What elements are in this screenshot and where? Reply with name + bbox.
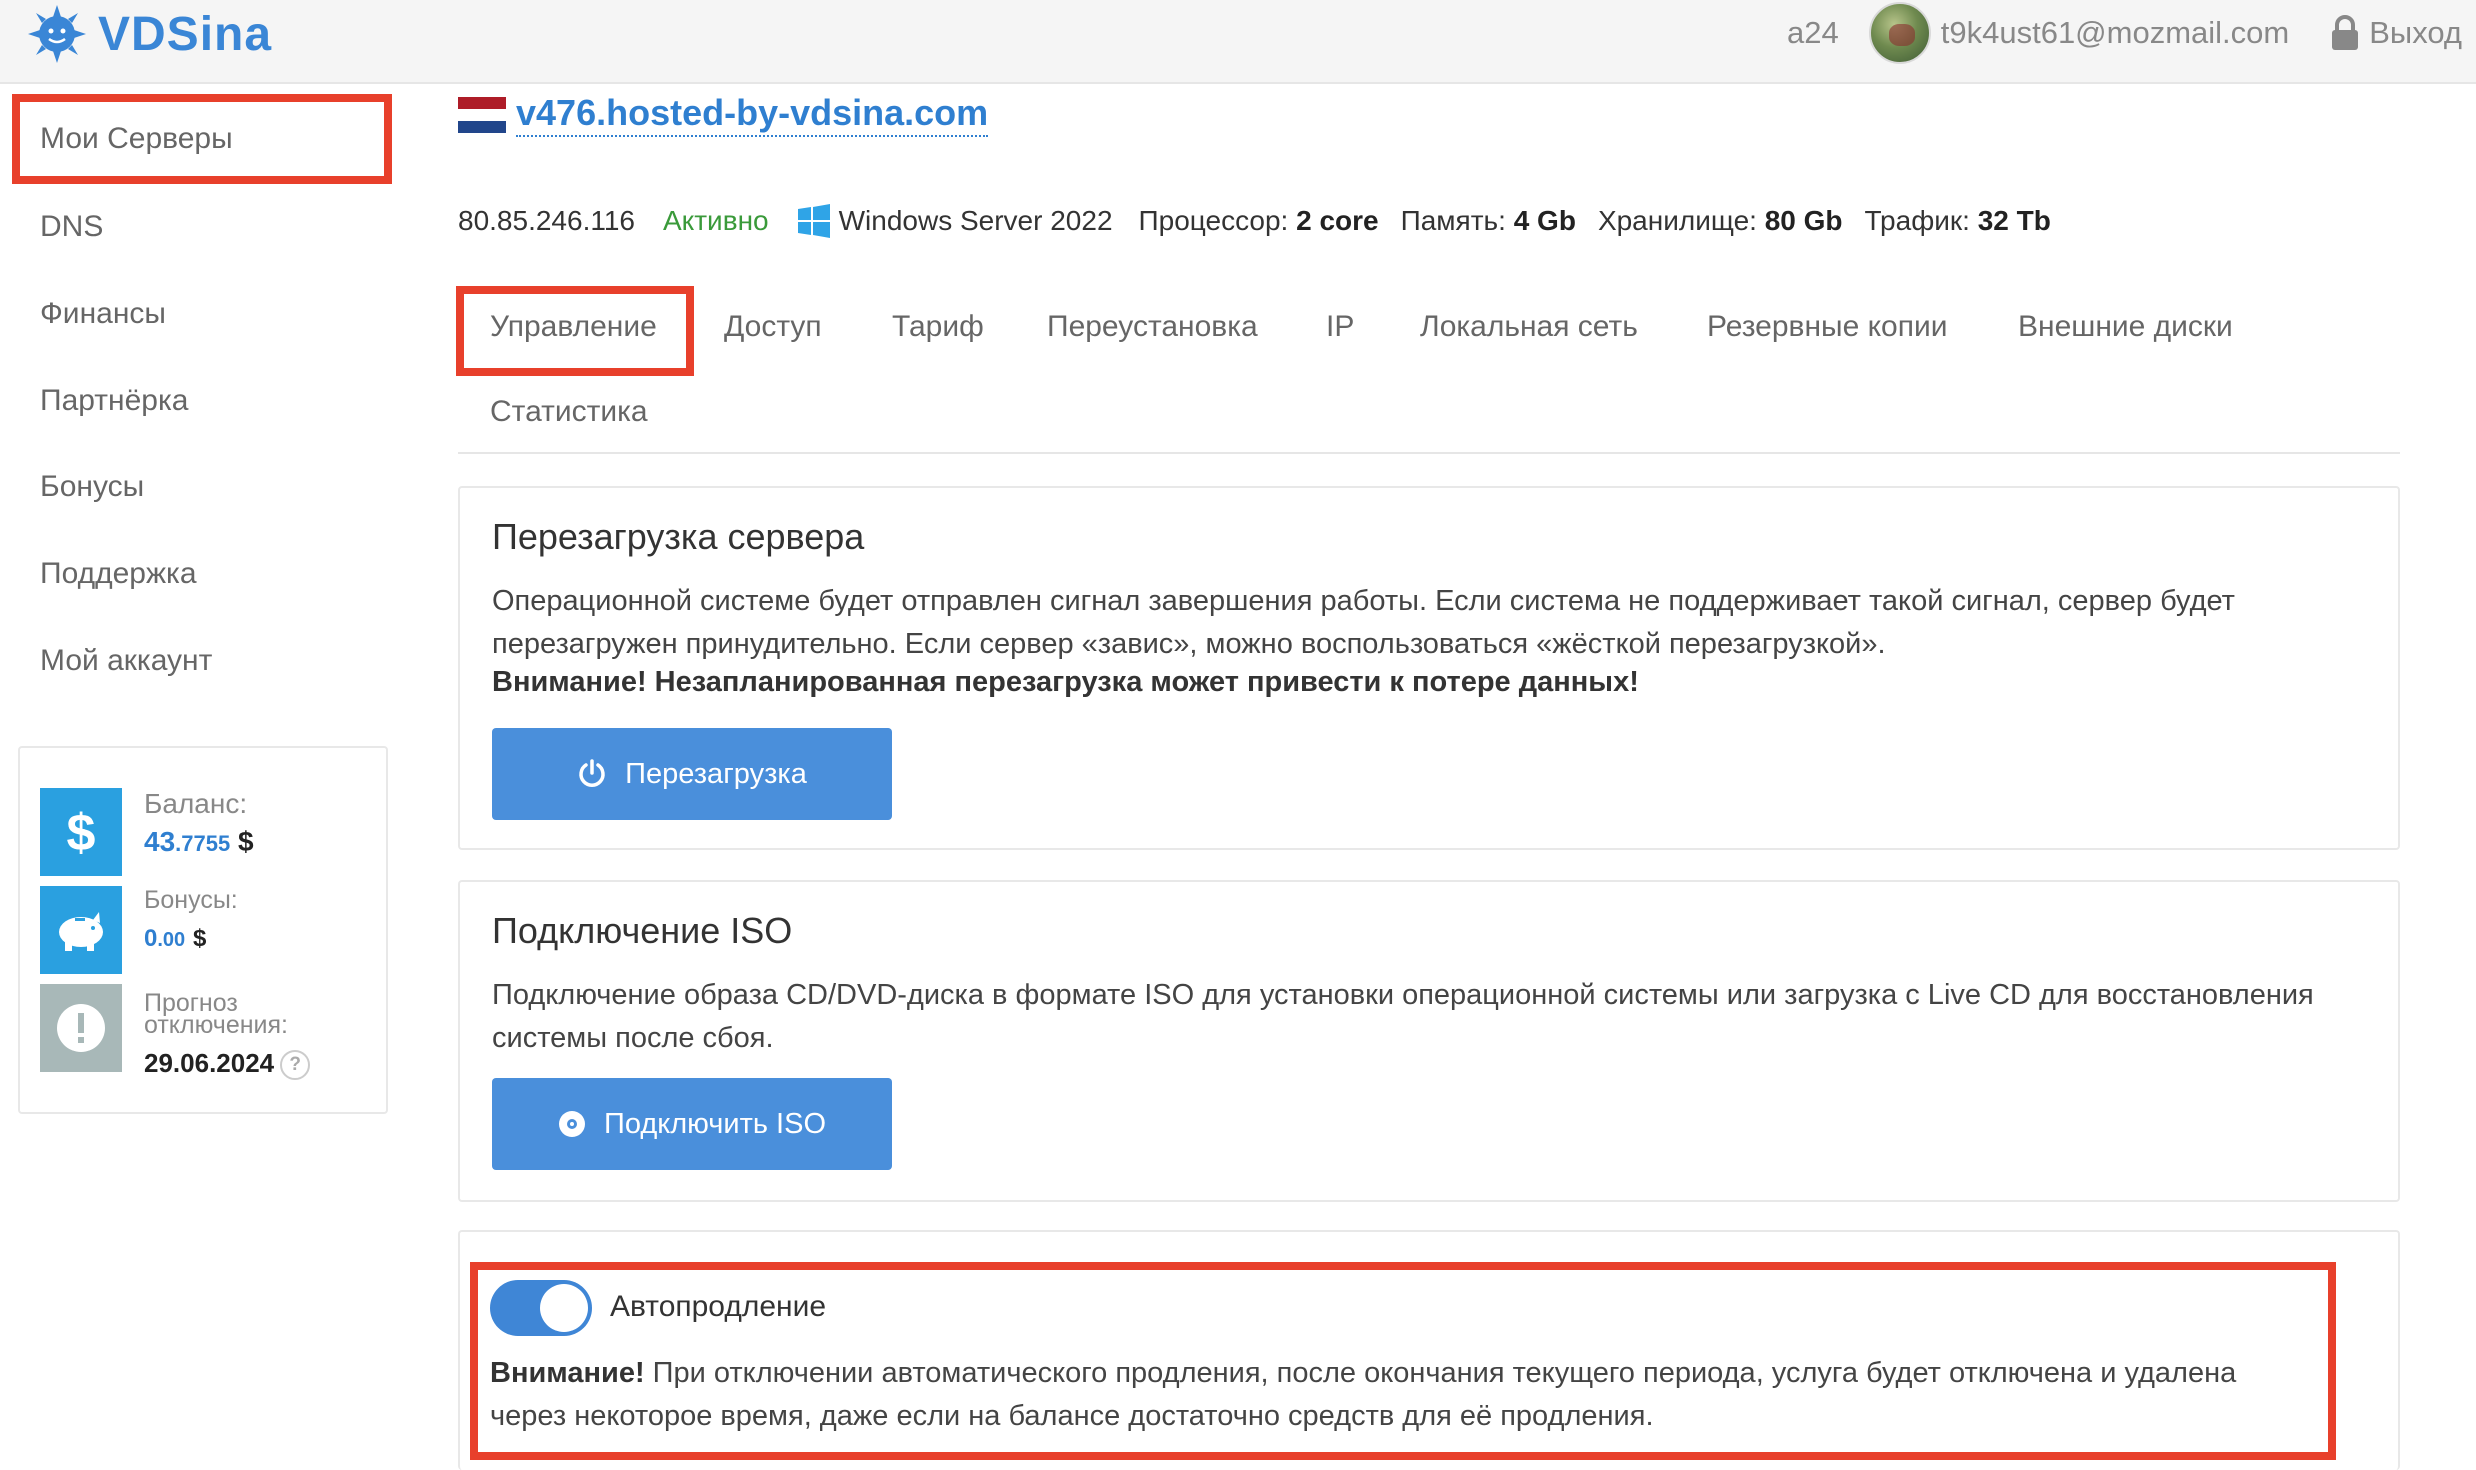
traffic-label: Трафик: [1864,205,1970,236]
bonus-row: Бонусы: 0.00 $ [40,886,238,974]
ram-label: Память: [1400,205,1506,236]
cpu-value: 2 core [1296,205,1379,236]
mount-iso-button-label: Подключить ISO [603,1107,827,1140]
reboot-button-label: Перезагрузка [625,757,807,790]
tab-external-disks[interactable]: Внешние диски [2018,310,2233,344]
storage-label: Хранилище: [1597,205,1757,236]
balance-value: 43.7755 $ [144,826,254,857]
sun-logo-icon [28,5,86,63]
reboot-title: Перезагрузка сервера [492,516,865,557]
netherlands-flag-icon [458,96,506,133]
tabs-divider [458,452,2400,454]
server-title: v476.hosted-by-vdsina.com [458,92,989,137]
balance-row: $ Баланс: 43.7755 $ [40,788,254,876]
cpu-label: Процессор: [1138,205,1289,236]
user-email[interactable]: t9k4ust61@mozmail.com [1941,15,2289,51]
tab-statistics[interactable]: Статистика [490,395,648,429]
logout-label: Выход [2369,15,2462,50]
svg-text:$: $ [67,804,96,860]
logo-text: VDSina [98,7,273,61]
balance-label: Баланс: [144,788,248,819]
traffic-value: 32 Tb [1977,205,2051,236]
sidebar-item-dns[interactable]: DNS [40,210,103,244]
reboot-button[interactable]: Перезагрузка [492,728,892,820]
dollar-icon: $ [40,788,122,876]
server-ip: 80.85.246.116 [458,205,635,236]
autorenew-warning: Внимание! При отключении автоматического… [490,1357,2237,1432]
tab-backups[interactable]: Резервные копии [1707,310,1948,344]
autorenew-label: Автопродление [610,1290,827,1323]
forecast-date: 29.06.2024? [144,1048,311,1081]
toggle-knob [540,1284,588,1332]
tab-manage[interactable]: Управление [490,310,657,344]
server-name-link[interactable]: v476.hosted-by-vdsina.com [516,92,989,137]
lock-icon [2332,15,2359,50]
bonus-label: Бонусы: [144,886,238,914]
piggy-bank-icon [40,886,122,974]
logout-button[interactable]: Выход [2329,15,2462,51]
autorenew-toggle[interactable] [490,1280,592,1336]
avatar[interactable] [1868,2,1931,64]
sidebar-item-my-account[interactable]: Мой аккаунт [40,644,212,678]
tab-tariff[interactable]: Тариф [892,310,984,344]
tab-access[interactable]: Доступ [724,310,822,344]
account-id[interactable]: a24 [1787,15,1839,51]
sidebar-item-my-servers[interactable]: Мои Серверы [40,122,233,156]
disc-icon [558,1111,585,1137]
exclamation-icon [40,984,122,1072]
bonus-value: 0.00 $ [144,925,207,952]
reboot-panel: Перезагрузка сервера Операционной систем… [458,486,2400,850]
tab-ip[interactable]: IP [1326,310,1354,344]
balance-card: $ Баланс: 43.7755 $ Бонусы: 0.00 $ Прогн… [18,746,388,1114]
tab-local-network[interactable]: Локальная сеть [1420,310,1638,344]
windows-icon [797,204,830,238]
ram-value: 4 Gb [1513,205,1576,236]
sidebar-item-support[interactable]: Поддержка [40,557,197,591]
status-badge: Активно [662,205,769,236]
vdsina-logo[interactable]: VDSina [26,2,272,66]
power-icon [579,759,605,787]
server-info-row: 80.85.246.116 Активно Windows Server 202… [458,204,2051,238]
reboot-description: Операционной системе будет отправлен сиг… [492,585,2235,660]
sidebar-item-partners[interactable]: Партнёрка [40,384,188,418]
top-header: VDSina a24 t9k4ust61@mozmail.com Выход [0,0,2476,84]
sidebar-item-bonuses[interactable]: Бонусы [40,470,144,504]
iso-panel: Подключение ISO Подключение образа CD/DV… [458,880,2400,1202]
mount-iso-button[interactable]: Подключить ISO [492,1078,892,1170]
iso-title: Подключение ISO [492,910,793,951]
reboot-warning: Внимание! Незапланированная перезагрузка… [492,666,1639,698]
header-user-area: a24 t9k4ust61@mozmail.com Выход [1787,0,2462,66]
storage-value: 80 Gb [1764,205,1843,236]
sidebar-item-finance[interactable]: Финансы [40,297,166,331]
help-icon[interactable]: ? [280,1050,311,1081]
forecast-row: Прогноз отключения: 29.06.2024? [40,984,311,1081]
server-os: Windows Server 2022 [838,205,1113,236]
forecast-label-line2: отключения: [144,1011,288,1039]
iso-description: Подключение образа CD/DVD-диска в формат… [492,979,2314,1054]
tab-reinstall[interactable]: Переустановка [1047,310,1258,344]
